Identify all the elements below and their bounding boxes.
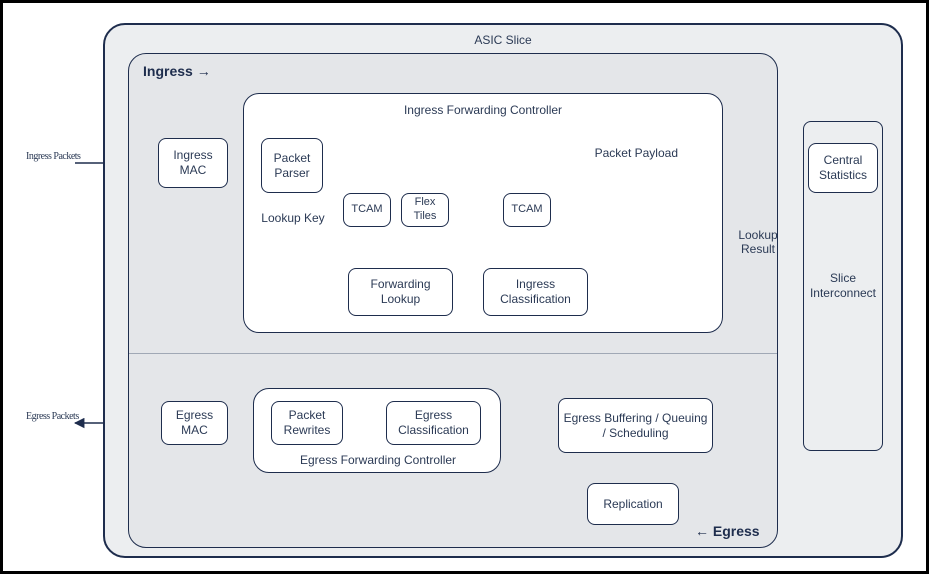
ingress-packets-label: Ingress Packets <box>26 151 81 162</box>
ingress-classification-node: Ingress Classification <box>483 268 588 316</box>
lookup-result-label: Lookup Result <box>728 228 788 257</box>
diagram-frame: Ingress Packets Egress Packets ASIC Slic… <box>0 0 929 574</box>
packet-parser-label: Packet Parser <box>264 151 320 181</box>
tcam1-node: TCAM <box>343 193 391 227</box>
asic-slice-title: ASIC Slice <box>403 33 603 47</box>
ifc-title: Ingress Forwarding Controller <box>383 103 583 117</box>
egress-buffering-node: Egress Buffering / Queuing / Scheduling <box>558 398 713 453</box>
replication-label: Replication <box>603 497 662 512</box>
packet-parser-node: Packet Parser <box>261 138 323 193</box>
ingress-mac-node: Ingress MAC <box>158 138 228 188</box>
egress-section-label: ← Egress <box>695 523 760 539</box>
egress-classification-label: Egress Classification <box>389 408 478 438</box>
ingress-section-label: Ingress → <box>143 63 211 79</box>
packet-payload-label: Packet Payload <box>558 146 678 160</box>
section-divider <box>129 353 777 354</box>
central-statistics-node: Central Statistics <box>808 143 878 193</box>
slice-interconnect-label: Slice Interconnect <box>806 271 880 301</box>
ingress-classification-label: Ingress Classification <box>486 277 585 307</box>
egress-packets-label: Egress Packets <box>26 411 81 422</box>
forwarding-lookup-label: Forwarding Lookup <box>351 277 450 307</box>
tcam2-label: TCAM <box>511 203 542 217</box>
replication-node: Replication <box>587 483 679 525</box>
ingress-mac-label: Ingress MAC <box>161 148 225 178</box>
packet-rewrites-label: Packet Rewrites <box>274 408 340 438</box>
tcam2-node: TCAM <box>503 193 551 227</box>
tcam1-label: TCAM <box>351 203 382 217</box>
flex-tiles-node: Flex Tiles <box>401 193 449 227</box>
packet-rewrites-node: Packet Rewrites <box>271 401 343 445</box>
flex-tiles-label: Flex Tiles <box>404 196 446 224</box>
egress-mac-node: Egress MAC <box>161 401 228 445</box>
egress-buffering-label: Egress Buffering / Queuing / Scheduling <box>561 411 710 441</box>
lookup-key-label: Lookup Key <box>258 211 328 225</box>
egress-mac-label: Egress MAC <box>164 408 225 438</box>
forwarding-lookup-node: Forwarding Lookup <box>348 268 453 316</box>
egress-classification-node: Egress Classification <box>386 401 481 445</box>
central-statistics-label: Central Statistics <box>811 153 875 183</box>
efc-title: Egress Forwarding Controller <box>278 453 478 467</box>
